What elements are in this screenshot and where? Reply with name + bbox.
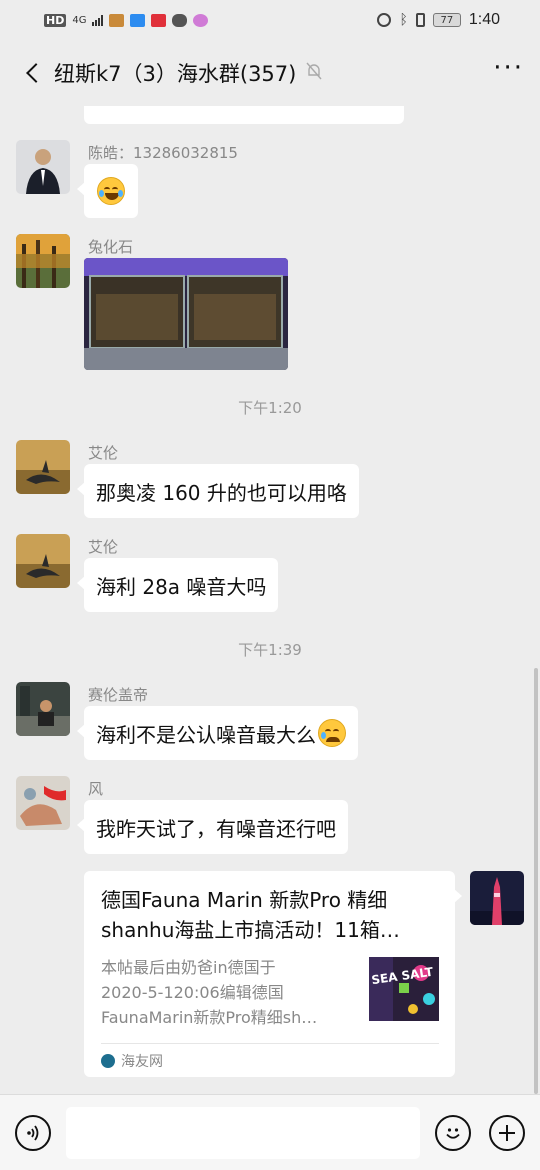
- status-bar: HD 4G ᛒ 77 1:40: [0, 0, 540, 40]
- avatar[interactable]: [16, 776, 70, 830]
- link-thumbnail: SEA SALT: [369, 957, 439, 1021]
- more-options-button[interactable]: ···: [493, 55, 524, 91]
- link-description: 本帖最后由奶爸in德国于 2020-5-120:06编辑德国 FaunaMari…: [101, 955, 356, 1030]
- source-logo-icon: [101, 1054, 115, 1068]
- crying-emoji-icon: [318, 719, 346, 747]
- status-time: 1:40: [468, 11, 500, 28]
- link-title-line: shanhu海盐上市搞活动！11箱…: [101, 918, 400, 942]
- avatar[interactable]: [16, 234, 70, 288]
- text-message-bubble[interactable]: 那奥凌 160 升的也可以用咯: [77, 464, 359, 518]
- vibrate-icon: [415, 13, 425, 27]
- voice-button[interactable]: [15, 1115, 51, 1151]
- avatar[interactable]: [16, 534, 70, 588]
- status-right: ᛒ 77 1:40: [377, 11, 500, 29]
- message-input[interactable]: [66, 1107, 420, 1159]
- plus-button[interactable]: [489, 1115, 525, 1151]
- image-message[interactable]: [84, 258, 288, 370]
- game-app-icon: [109, 13, 125, 27]
- cloud-upload-icon: [172, 13, 188, 27]
- signal-icon: [92, 14, 104, 26]
- colorful-app-icon: [193, 13, 209, 27]
- sender-name: 兔化石: [88, 238, 134, 256]
- link-source: 海友网: [101, 1051, 163, 1071]
- alarm-icon: [377, 13, 392, 27]
- link-desc-line: 本帖最后由奶爸in德国于: [101, 958, 276, 977]
- link-title-line: 德国Fauna Marin 新款Pro 精细: [101, 888, 388, 912]
- avatar[interactable]: [16, 140, 70, 194]
- bell-muted-icon: [306, 62, 322, 84]
- link-source-name: 海友网: [121, 1054, 163, 1070]
- input-bar: [0, 1094, 540, 1170]
- scrollbar[interactable]: [534, 668, 538, 1094]
- back-button[interactable]: [16, 53, 48, 93]
- message-text: 那奥凌 160 升的也可以用咯: [96, 480, 347, 505]
- chat-message-list[interactable]: 陈皓：13286032815 兔化石 下午1:20 艾伦 那奥凌 160 升的也…: [0, 106, 540, 1094]
- sender-name: 陈皓：13286032815: [88, 144, 238, 162]
- sender-name: 艾伦: [88, 538, 119, 556]
- emoji-message-bubble[interactable]: [77, 164, 138, 218]
- laughing-tears-emoji-icon: [97, 177, 125, 205]
- message-text: 海利不是公认噪音最大么: [96, 722, 316, 747]
- status-left: HD 4G: [44, 13, 209, 27]
- chat-header: 纽斯k7（3）海水群(357) ···: [0, 40, 540, 106]
- chevron-left-icon: [26, 63, 46, 83]
- network-type-label: HD: [44, 13, 67, 27]
- chat-title: 纽斯k7（3）海水群(357): [54, 62, 297, 86]
- red-app-icon: [151, 13, 167, 27]
- previous-message-bubble[interactable]: [84, 106, 404, 124]
- message-text: 海利 28a 噪音大吗: [96, 574, 267, 599]
- battery-icon: 77: [432, 13, 461, 27]
- timestamp-separator: 下午1:20: [238, 399, 302, 417]
- bluetooth-icon: ᛒ: [399, 12, 408, 28]
- avatar[interactable]: [16, 682, 70, 736]
- my-avatar[interactable]: [470, 871, 524, 925]
- plus-icon: [499, 1125, 515, 1141]
- sender-name: 艾伦: [88, 444, 119, 462]
- text-message-bubble[interactable]: 海利 28a 噪音大吗: [76, 558, 279, 612]
- emoji-button[interactable]: [435, 1115, 471, 1151]
- signal-type-label: 4G: [72, 14, 87, 26]
- text-message-bubble[interactable]: 我昨天试了，有噪音还行吧: [77, 800, 348, 854]
- voice-icon: [27, 1125, 39, 1141]
- messaging-app-icon: [130, 13, 146, 27]
- link-desc-line: FaunaMarin新款Pro精细sh…: [101, 1008, 318, 1027]
- avatar[interactable]: [16, 440, 70, 494]
- link-card-message[interactable]: 德国Fauna Marin 新款Pro 精细 shanhu海盐上市搞活动！11箱…: [84, 871, 462, 1077]
- link-title: 德国Fauna Marin 新款Pro 精细 shanhu海盐上市搞活动！11箱…: [101, 885, 437, 945]
- text-message-bubble[interactable]: 海利不是公认噪音最大么: [77, 706, 358, 760]
- smiley-icon: [446, 1128, 460, 1139]
- timestamp-separator: 下午1:39: [238, 641, 302, 659]
- link-desc-line: 2020-5-120:06编辑德国: [101, 983, 284, 1002]
- sender-name: 风: [88, 780, 104, 798]
- sender-name: 赛伦盖帝: [88, 686, 149, 704]
- message-text: 我昨天试了，有噪音还行吧: [96, 816, 336, 841]
- link-divider: [101, 1043, 439, 1044]
